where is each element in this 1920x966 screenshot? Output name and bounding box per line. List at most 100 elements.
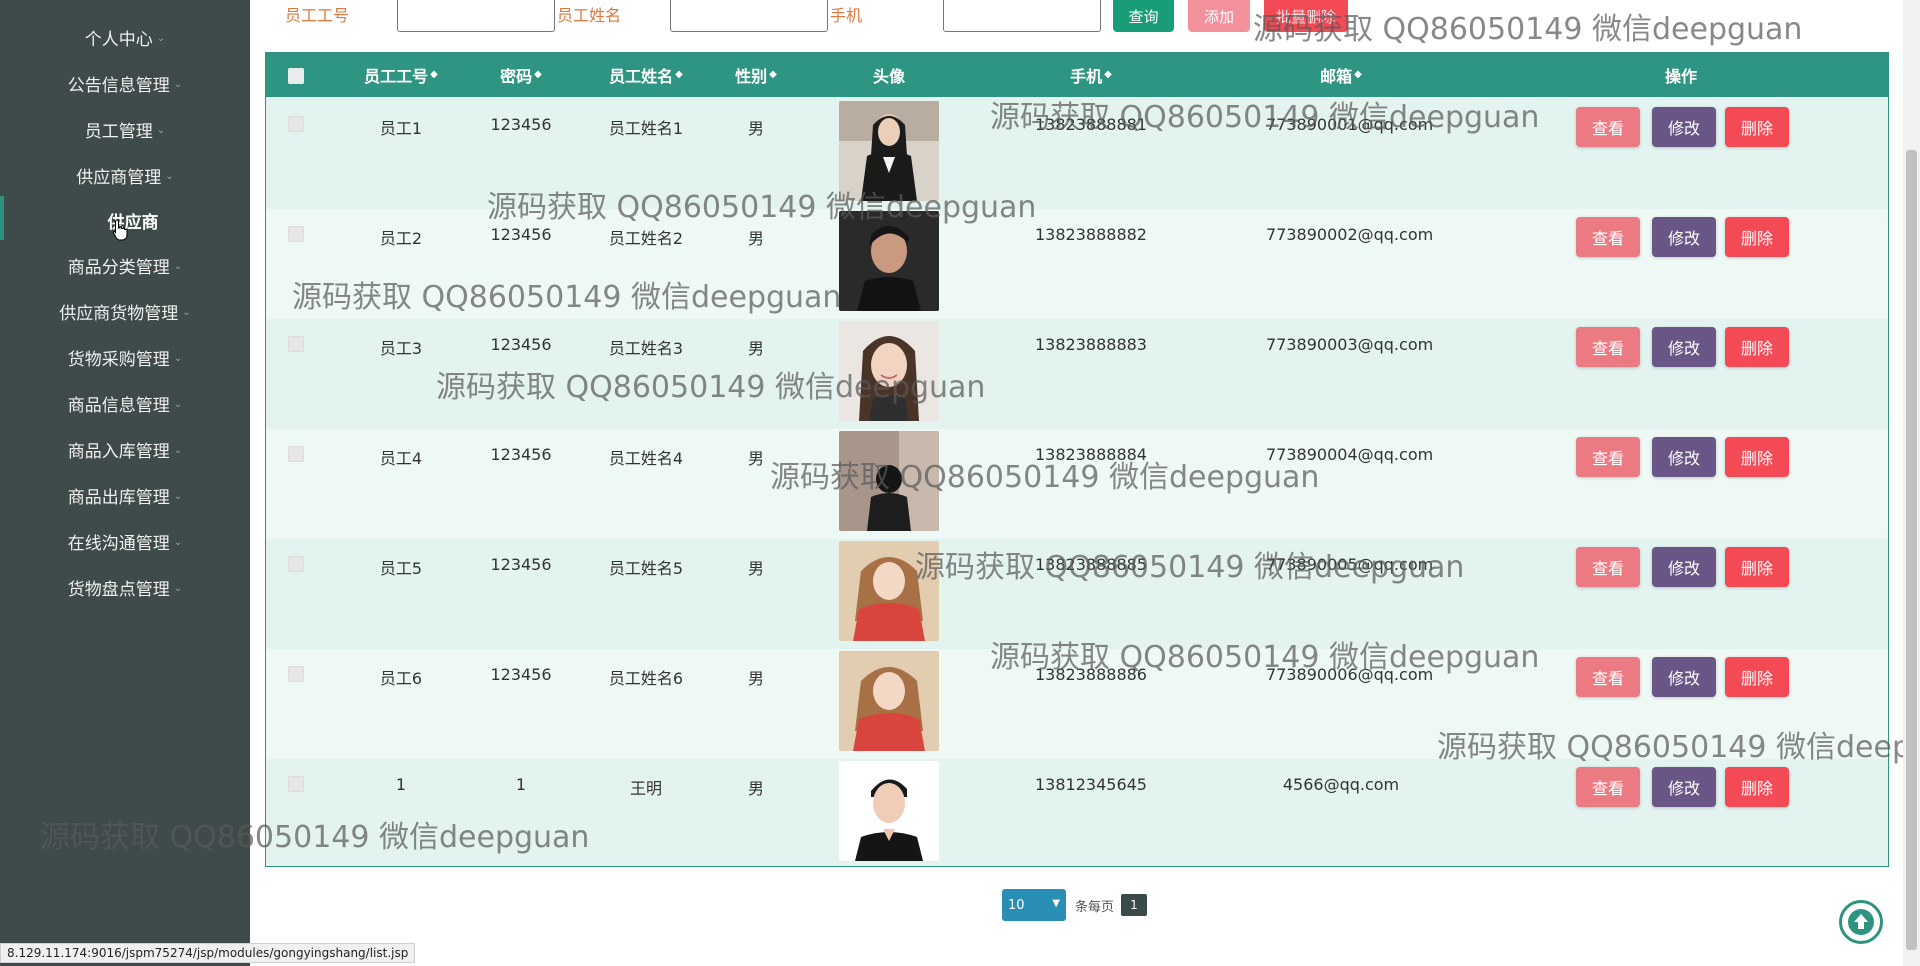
edit-button[interactable]: 修改 [1652,547,1716,587]
view-button[interactable]: 查看 [1576,327,1640,367]
delete-button[interactable]: 删除 [1725,327,1789,367]
cell-email: 773890006@qq.com [1266,665,1434,684]
page-size-select[interactable]: 10 ▼ [1002,889,1066,921]
view-button[interactable]: 查看 [1576,657,1640,697]
edit-button[interactable]: 修改 [1652,327,1716,367]
delete-button[interactable]: 删除 [1725,107,1789,147]
column-header-gender[interactable]: 性别 ◆ [721,53,791,97]
edit-button[interactable]: 修改 [1652,767,1716,807]
column-header-employee-name[interactable]: 员工姓名 ◆ [591,53,701,97]
delete-button[interactable]: 删除 [1725,217,1789,257]
delete-button[interactable]: 删除 [1725,437,1789,477]
view-button[interactable]: 查看 [1576,547,1640,587]
sidebar-item-label: 商品信息管理 [67,395,170,416]
row-checkbox[interactable] [288,666,304,682]
sidebar-item-inventory-check-management[interactable]: 货物盘点管理 ⌄ [0,567,250,607]
back-to-top-button[interactable] [1839,900,1883,944]
view-button[interactable]: 查看 [1576,767,1640,807]
table-header: 员工工号 ◆ 密码 ◆ 员工姓名 ◆ 性别 ◆ 头像 手机 ◆ 邮箱 ◆ 操作 [266,53,1888,97]
cell-email: 773890003@qq.com [1266,335,1434,354]
cell-employee-id: 员工3 [379,339,423,358]
avatar [839,101,939,201]
edit-button[interactable]: 修改 [1652,657,1716,697]
cell-employee-id: 员工1 [379,119,423,138]
row-checkbox[interactable] [288,556,304,572]
sidebar-item-purchase-management[interactable]: 货物采购管理 ⌄ [0,337,250,377]
row-checkbox[interactable] [288,776,304,792]
edit-button[interactable]: 修改 [1652,217,1716,257]
delete-button[interactable]: 删除 [1725,657,1789,697]
sidebar-item-online-chat-management[interactable]: 在线沟通管理 ⌄ [0,521,250,561]
batch-delete-button[interactable]: 批量删除 [1264,0,1348,32]
cell-email: 773890005@qq.com [1266,555,1434,574]
page-size-value: 10 [1008,897,1025,913]
row-checkbox[interactable] [288,446,304,462]
phone-input[interactable] [943,0,1101,32]
employee-name-label: 员工姓名 [557,6,622,25]
sidebar: 个人中心 ⌄ 公告信息管理 ⌄ 员工管理 ⌄ 供应商管理 ⌄ 供应商 商品分类管理 ⌄ 供… [0,0,250,966]
cell-email: 4566@qq.com [1282,775,1400,794]
cell-password: 123456 [490,225,552,244]
view-button[interactable]: 查看 [1576,437,1640,477]
column-header-employee-id[interactable]: 员工工号 ◆ [346,53,456,97]
row-checkbox[interactable] [288,116,304,132]
sidebar-item-label: 供应商管理 [76,167,162,188]
sidebar-item-product-info-management[interactable]: 商品信息管理 ⌄ [0,383,250,423]
row-checkbox[interactable] [288,336,304,352]
sidebar-item-label: 商品分类管理 [67,257,170,278]
sidebar-item-notice-management[interactable]: 公告信息管理 ⌄ [0,63,250,103]
avatar [839,321,939,421]
select-all-checkbox[interactable] [288,68,304,84]
cell-gender: 男 [747,449,764,468]
sidebar-item-supplier-management[interactable]: 供应商管理 ⌄ [0,155,250,195]
sidebar-item-stock-out-management[interactable]: 商品出库管理 ⌄ [0,475,250,515]
chevron-down-icon: ⌄ [156,32,166,44]
delete-button[interactable]: 删除 [1725,547,1789,587]
chevron-down-icon: ⌄ [173,582,183,594]
avatar [839,431,939,531]
sort-icon: ◆ [534,69,542,80]
column-header-avatar: 头像 [872,67,905,86]
page-number-button[interactable]: 1 [1121,894,1147,916]
per-page-label: 条每页 [1075,900,1115,915]
edit-button[interactable]: 修改 [1652,437,1716,477]
sidebar-item-personal-center[interactable]: 个人中心 ⌄ [0,17,250,57]
view-button[interactable]: 查看 [1576,217,1640,257]
sidebar-item-employee-management[interactable]: 员工管理 ⌄ [0,109,250,149]
cell-employee-name: 员工姓名3 [608,339,684,358]
scrollbar-thumb[interactable] [1906,150,1917,950]
employee-name-input[interactable] [670,0,828,32]
cell-phone: 13812345645 [1035,775,1147,794]
delete-button[interactable]: 删除 [1725,767,1789,807]
sidebar-item-supplier-goods-management[interactable]: 供应商货物管理 ⌄ [0,291,250,331]
edit-button[interactable]: 修改 [1652,107,1716,147]
cell-password: 123456 [490,445,552,464]
cell-gender: 男 [747,559,764,578]
cell-email: 773890002@qq.com [1266,225,1434,244]
column-header-actions: 操作 [1664,67,1697,86]
table-row: 员工4 123456 员工姓名4 男 13823888884 773890004… [266,429,1888,539]
column-header-email[interactable]: 邮箱 ◆ [1266,53,1416,97]
cell-employee-id: 员工6 [379,669,423,688]
add-button[interactable]: 添加 [1188,0,1250,32]
cell-password: 123456 [490,665,552,684]
row-checkbox[interactable] [288,226,304,242]
cell-password: 123456 [490,115,552,134]
sidebar-item-stock-in-management[interactable]: 商品入库管理 ⌄ [0,429,250,469]
sort-icon: ◆ [675,69,683,80]
cell-phone: 13823888886 [1035,665,1147,684]
sidebar-item-category-management[interactable]: 商品分类管理 ⌄ [0,245,250,285]
column-header-phone[interactable]: 手机 ◆ [1026,53,1156,97]
avatar [839,211,939,311]
cell-phone: 13823888881 [1035,115,1147,134]
sidebar-item-label: 货物采购管理 [67,349,170,370]
employee-id-input[interactable] [397,0,555,32]
chevron-down-icon: ⌄ [182,306,191,318]
query-button[interactable]: 查询 [1113,0,1174,32]
cell-password: 123456 [490,555,552,574]
cell-phone: 13823888882 [1035,225,1147,244]
hand-pointer-icon [112,219,128,241]
column-header-password[interactable]: 密码 ◆ [476,53,566,97]
view-button[interactable]: 查看 [1576,107,1640,147]
table-row: 员工6 123456 员工姓名6 男 13823888886 773890006… [266,649,1888,759]
